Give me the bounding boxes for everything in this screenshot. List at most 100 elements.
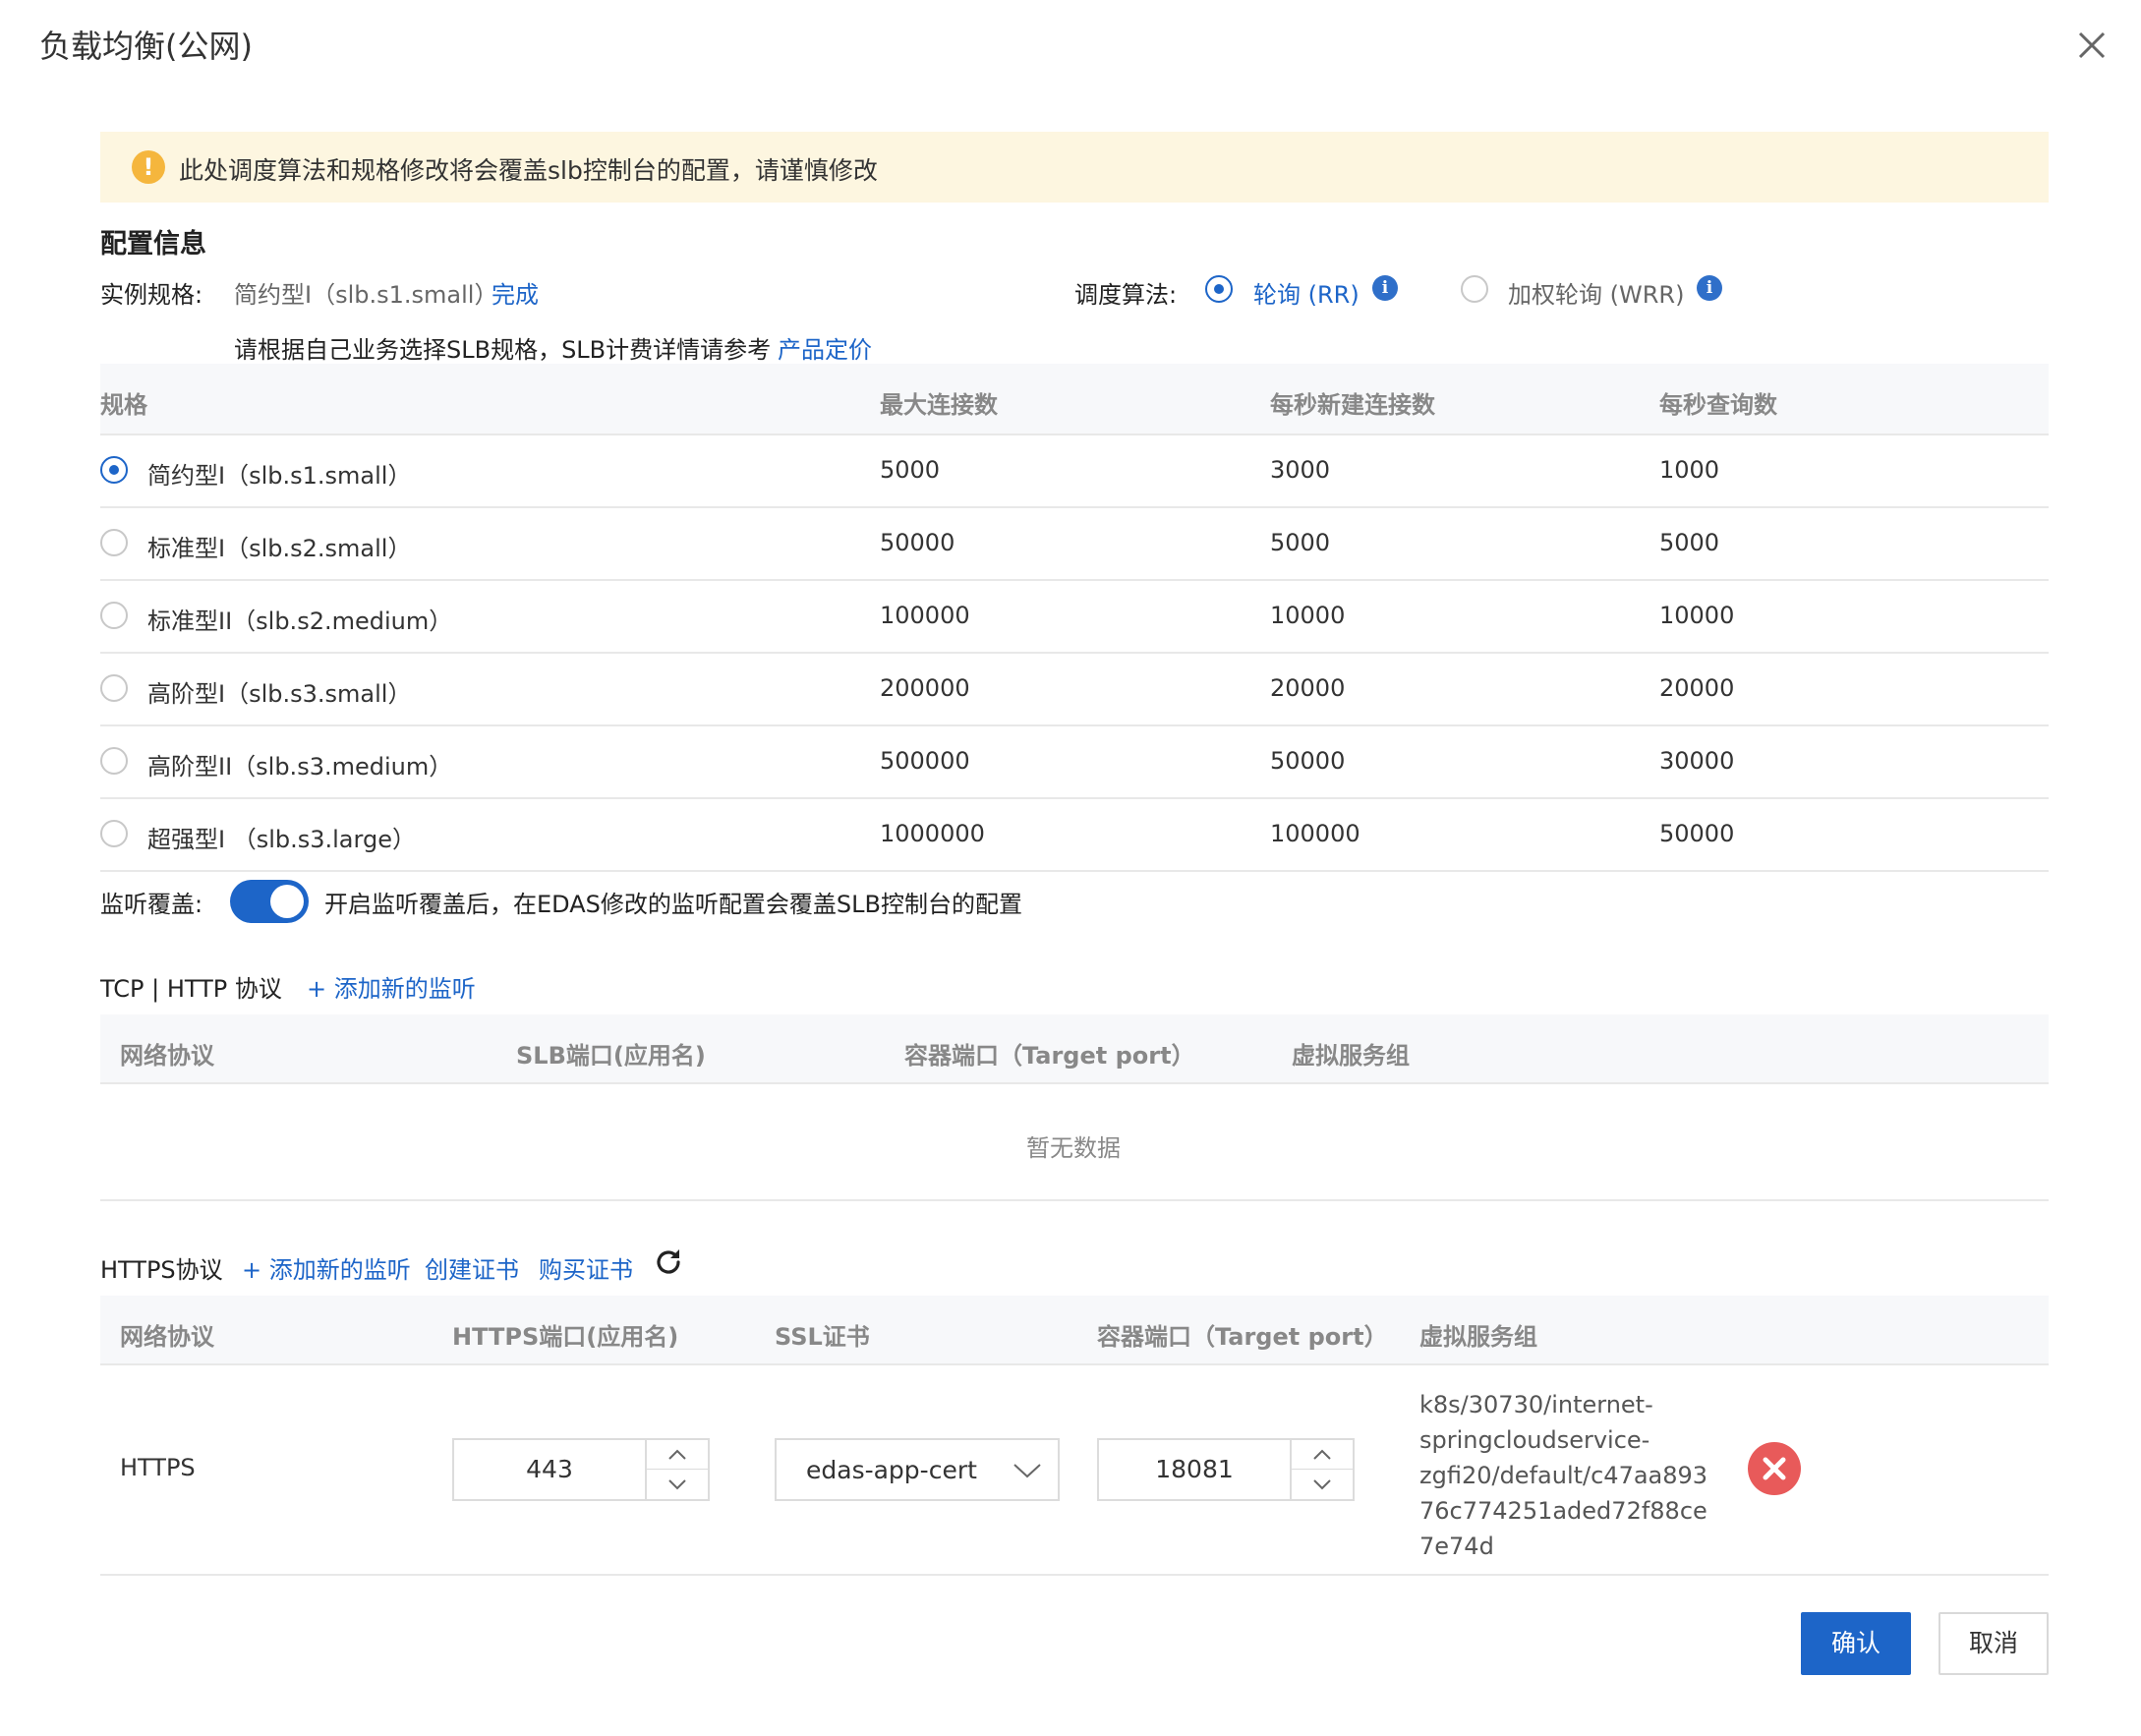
exclamation-icon: ! (132, 150, 165, 184)
vgroup-line: zgfi20/default/c47aa893 (1419, 1462, 1708, 1489)
table-row[interactable]: 高阶型I（slb.s3.small） 200000 20000 20000 (100, 654, 2049, 724)
table-row[interactable]: 超强型I （slb.s3.large） 1000000 100000 50000 (100, 799, 2049, 870)
table-row[interactable]: 标准型II（slb.s2.medium） 100000 10000 10000 (100, 581, 2049, 652)
table-row[interactable]: 标准型I（slb.s2.small） 50000 5000 5000 (100, 508, 2049, 579)
increment-button[interactable] (1292, 1440, 1353, 1470)
ssl-cert-value: edas-app-cert (806, 1456, 977, 1484)
https-add-listener-link[interactable]: + 添加新的监听 (242, 1250, 411, 1285)
close-icon (2078, 31, 2106, 59)
new-conn: 10000 (1270, 602, 1346, 629)
qps: 5000 (1659, 529, 1720, 556)
spec-name: 标准型I（slb.s2.small） (147, 535, 412, 562)
https-port-stepper[interactable]: 443 (452, 1438, 710, 1501)
table-row: HTTPS 443 edas-app-cert 18081 k8s/30730/… (100, 1365, 2049, 1574)
qps: 20000 (1659, 674, 1735, 702)
new-conn: 50000 (1270, 747, 1346, 775)
spec-radio[interactable] (100, 529, 128, 556)
spec-radio[interactable] (100, 674, 128, 702)
max-conn: 5000 (880, 456, 941, 484)
table-row[interactable]: 高阶型II（slb.s3.medium） 500000 50000 30000 (100, 726, 2049, 797)
col-header-ssl-cert: SSL证书 (775, 1323, 870, 1351)
spec-radio[interactable] (100, 456, 128, 484)
spec-radio[interactable] (100, 747, 128, 775)
col-header-https-port: HTTPS端口(应用名) (452, 1323, 679, 1351)
spec-name: 高阶型I（slb.s3.small） (147, 680, 412, 708)
create-cert-link[interactable]: 创建证书 (425, 1250, 519, 1285)
chevron-down-icon (1313, 1479, 1331, 1490)
vgroup-value: k8s/30730/internet- springcloudservice- … (1419, 1387, 1734, 1564)
spec-name: 标准型II（slb.s2.medium） (147, 608, 453, 635)
spec-radio[interactable] (100, 602, 128, 629)
col-header-protocol: 网络协议 (120, 1042, 214, 1070)
col-header-max-conn: 最大连接数 (880, 391, 998, 419)
listen-override-toggle[interactable] (230, 880, 309, 923)
vgroup-line: k8s/30730/internet- (1419, 1391, 1653, 1418)
toggle-knob (270, 885, 304, 918)
warning-text: 此处调度算法和规格修改将会覆盖slb控制台的配置，请谨慎修改 (179, 156, 878, 185)
config-section-title: 配置信息 (100, 229, 206, 260)
info-icon[interactable]: i (1372, 275, 1398, 301)
algo-label-wrr: 加权轮询 (WRR) (1508, 281, 1685, 309)
ssl-cert-select[interactable]: edas-app-cert (775, 1438, 1060, 1501)
warning-banner: ! 此处调度算法和规格修改将会覆盖slb控制台的配置，请谨慎修改 (100, 132, 2049, 203)
new-conn: 3000 (1270, 456, 1331, 484)
https-protocol: HTTPS (120, 1454, 196, 1481)
divider (100, 1082, 2049, 1084)
spec-name: 超强型I （slb.s3.large） (147, 826, 416, 853)
target-port-input[interactable]: 18081 (1099, 1440, 1290, 1499)
spec-name: 高阶型II（slb.s3.medium） (147, 753, 453, 781)
col-header-vgroup: 虚拟服务组 (1292, 1042, 1410, 1070)
col-header-protocol: 网络协议 (120, 1323, 214, 1351)
spec-done-link[interactable]: 完成 (492, 275, 539, 310)
divider (100, 1574, 2049, 1576)
confirm-button[interactable]: 确认 (1801, 1612, 1911, 1675)
listen-override-label: 监听覆盖: (100, 891, 203, 918)
spec-name: 简约型I（slb.s1.small） (147, 462, 412, 490)
chevron-up-icon (1313, 1449, 1331, 1460)
cancel-button[interactable]: 取消 (1938, 1612, 2049, 1675)
qps: 1000 (1659, 456, 1720, 484)
chevron-up-icon (668, 1449, 686, 1460)
pricing-link[interactable]: 产品定价 (778, 330, 872, 365)
algo-radio-rr[interactable] (1205, 275, 1233, 303)
spec-radio[interactable] (100, 820, 128, 847)
increment-button[interactable] (647, 1440, 708, 1470)
https-section-title: HTTPS协议 (100, 1256, 223, 1284)
https-port-input[interactable]: 443 (454, 1440, 645, 1499)
col-header-target-port: 容器端口（Target port） (904, 1042, 1195, 1070)
delete-icon[interactable] (1748, 1442, 1801, 1495)
qps: 10000 (1659, 602, 1735, 629)
col-header-new-conn: 每秒新建连接数 (1270, 391, 1435, 419)
decrement-button[interactable] (647, 1470, 708, 1499)
spec-table-header: 规格 最大连接数 每秒新建连接数 每秒查询数 (100, 364, 2049, 434)
close-button[interactable] (2072, 26, 2112, 65)
max-conn: 50000 (880, 529, 955, 556)
divider (100, 870, 2049, 872)
spec-hint-text: 请根据自己业务选择SLB规格，SLB计费详情请参考 (234, 336, 772, 364)
col-header-vgroup: 虚拟服务组 (1419, 1323, 1537, 1351)
target-port-stepper[interactable]: 18081 (1097, 1438, 1355, 1501)
tcp-section-title: TCP | HTTP 协议 (100, 975, 282, 1003)
table-row[interactable]: 简约型I（slb.s1.small） 5000 3000 1000 (100, 435, 2049, 506)
new-conn: 5000 (1270, 529, 1331, 556)
vgroup-line: 76c774251aded72f88ce (1419, 1497, 1707, 1525)
refresh-icon[interactable] (653, 1246, 684, 1278)
algo-radio-wrr[interactable] (1461, 275, 1488, 303)
buy-cert-link[interactable]: 购买证书 (539, 1250, 633, 1285)
max-conn: 1000000 (880, 820, 985, 847)
https-table-header: 网络协议 HTTPS端口(应用名) SSL证书 容器端口（Target port… (100, 1296, 2049, 1364)
dialog-title: 负载均衡(公网) (39, 28, 253, 65)
algo-label-rr: 轮询 (RR) (1253, 281, 1360, 309)
tcp-add-listener-link[interactable]: + 添加新的监听 (307, 969, 476, 1004)
decrement-button[interactable] (1292, 1470, 1353, 1499)
info-icon[interactable]: i (1697, 275, 1722, 301)
tcp-table-header: 网络协议 SLB端口(应用名) 容器端口（Target port） 虚拟服务组 (100, 1014, 2049, 1083)
stepper-controls (645, 1440, 708, 1499)
chevron-down-icon (1013, 1462, 1042, 1483)
col-header-target-port: 容器端口（Target port） (1097, 1323, 1388, 1351)
spec-label: 实例规格: (100, 281, 203, 309)
max-conn: 100000 (880, 602, 970, 629)
qps: 30000 (1659, 747, 1735, 775)
qps: 50000 (1659, 820, 1735, 847)
spec-value: 简约型I（slb.s1.small） (234, 281, 498, 309)
